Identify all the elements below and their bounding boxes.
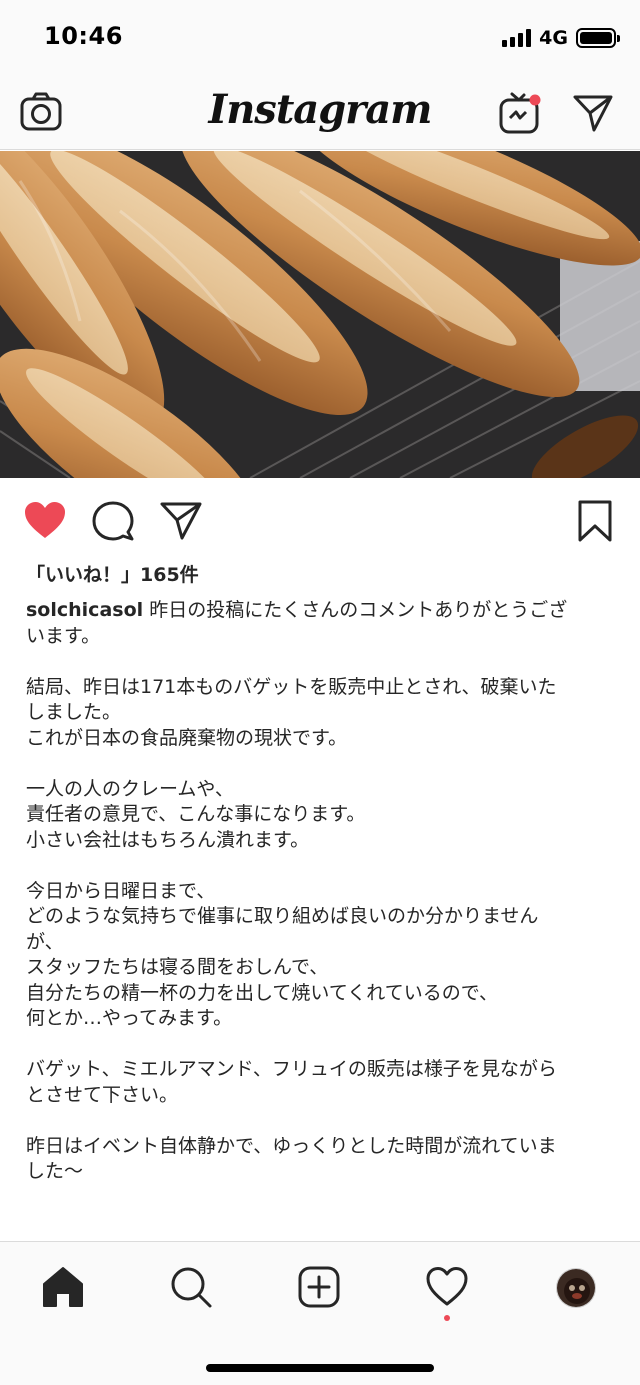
network-type: 4G <box>539 27 568 49</box>
bookmark-icon[interactable] <box>572 498 618 544</box>
post-photo[interactable] <box>0 151 640 478</box>
caption-line: 責任者の意見で、こんな事になります。 <box>26 803 366 825</box>
activity-heart-icon[interactable] <box>424 1264 470 1310</box>
caption-line: バゲット、ミエルアマンド、フリュイの販売は様子を見ながら <box>26 1058 557 1080</box>
home-icon[interactable] <box>40 1264 86 1310</box>
status-indicators: 4G <box>502 27 620 49</box>
baguette-photo <box>0 151 640 478</box>
home-indicator <box>206 1364 434 1372</box>
battery-icon <box>576 28 620 48</box>
caption-line: した〜 <box>26 1160 84 1182</box>
caption-line: 一人の人のクレームや、 <box>26 777 234 800</box>
add-post-icon[interactable] <box>296 1264 342 1310</box>
igtv-icon[interactable] <box>496 90 542 136</box>
activity-notification-dot <box>444 1315 450 1321</box>
caption-line: 昨日の投稿にたくさんのコメントありがとうござ <box>149 599 568 621</box>
post-caption: solchicasol 昨日の投稿にたくさんのコメントありがとうござ います。 … <box>26 598 622 1185</box>
caption-line: 小さい会社はもちろん潰れます。 <box>26 828 310 851</box>
caption-first-line: solchicasol 昨日の投稿にたくさんのコメントありがとうござ <box>26 598 622 624</box>
igtv-notification-dot <box>529 94 541 106</box>
caption-line: います。 <box>26 624 101 647</box>
caption-line: 自分たちの精一杯の力を出して焼いてくれているので、 <box>26 981 498 1004</box>
instagram-logo: Instagram <box>208 86 433 133</box>
status-bar: 10:46 4G <box>0 0 640 78</box>
share-icon[interactable] <box>158 498 204 544</box>
post-actions <box>0 478 640 560</box>
direct-message-icon[interactable] <box>570 90 616 136</box>
caption-line: 昨日はイベント自体静かで、ゆっくりとした時間が流れていま <box>26 1134 557 1157</box>
caption-line: が、 <box>26 930 64 953</box>
app-header: Instagram <box>0 78 640 150</box>
caption-line: 何とか…やってみます。 <box>26 1007 233 1029</box>
bottom-navigation <box>0 1241 640 1385</box>
likes-count[interactable]: 「いいね！」165件 <box>26 560 199 587</box>
caption-line: 結局、昨日は171本ものバゲットを販売中止とされ、破棄いた <box>26 675 557 698</box>
caption-line: どのような気持ちで催事に取り組めば良いのか分かりません <box>26 905 539 927</box>
caption-line: 今日から日曜日まで、 <box>26 879 216 902</box>
status-time: 10:46 <box>44 22 123 50</box>
profile-avatar[interactable] <box>556 1268 596 1308</box>
heart-icon[interactable] <box>22 498 68 544</box>
comment-icon[interactable] <box>90 498 136 544</box>
caption-line: スタッフたちは寝る間をおしんで、 <box>26 956 329 978</box>
caption-line: とさせて下さい。 <box>26 1083 179 1106</box>
caption-line: しました。 <box>26 701 122 723</box>
cellular-signal-icon <box>502 29 532 47</box>
post-username[interactable]: solchicasol <box>26 599 143 621</box>
caption-line: これが日本の食品廃棄物の現状です。 <box>26 726 348 749</box>
search-icon[interactable] <box>168 1264 214 1310</box>
